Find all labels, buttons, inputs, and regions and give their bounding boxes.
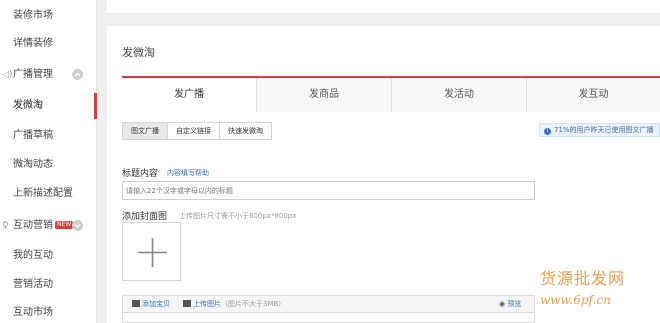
add-item-button[interactable]: 添加宝贝	[132, 296, 170, 312]
sidebar-item-new-description-config[interactable]: 上新描述配置	[0, 179, 97, 209]
chevron-down-icon[interactable]	[72, 220, 83, 231]
info-text: 71%的用户昨天已使用图文广播	[554, 126, 654, 134]
watermark-url: www.6pf.cn	[540, 293, 611, 307]
editor-toolbar: 添加宝贝 上传图片（图片不大于3MB） ◉ 预览	[122, 295, 535, 313]
sidebar-item-label: 我的互动	[13, 250, 53, 261]
sidebar-item-label: 广播草稿	[13, 130, 53, 141]
sidebar-group-broadcast-management[interactable]: ◁) 广播管理	[0, 60, 97, 90]
usage-info-banner: i 71%的用户昨天已使用图文广播	[539, 123, 660, 137]
sidebar-group-label: 互动营销	[13, 220, 53, 231]
title-input[interactable]	[122, 181, 535, 200]
top-card	[107, 0, 660, 14]
sidebar-item-label: 装修市场	[13, 10, 53, 21]
sidebar-item-label: 互动市场	[13, 307, 53, 318]
watermark-logo-text: 货源批发网	[540, 269, 626, 288]
sidebar-item-marketing-activities[interactable]: 营销活动	[0, 270, 97, 300]
broadcast-mode-selector: 图文广播 自定义链接 快速发微淘	[122, 122, 272, 140]
new-badge: NEW	[55, 221, 74, 229]
eye-icon: ◉	[499, 300, 506, 308]
upload-size-hint: （图片不大于3MB）	[221, 300, 286, 308]
sidebar-item-weitao-feed[interactable]: 微淘动态	[0, 150, 97, 180]
sidebar-item-post-weitao[interactable]: 发微淘	[0, 91, 97, 121]
title-help-link[interactable]: 内容填写帮助	[167, 168, 209, 178]
user-icon: ♀	[2, 221, 9, 231]
image-icon	[183, 300, 191, 307]
mode-custom-link[interactable]: 自定义链接	[167, 123, 219, 139]
sidebar-item-label: 营销活动	[13, 279, 53, 290]
mode-image-text-broadcast[interactable]: 图文广播	[123, 123, 167, 139]
tab-post-activity[interactable]: 发活动	[391, 78, 526, 112]
sidebar-item-label: 上新描述配置	[13, 188, 73, 199]
title-label: 标题内容	[122, 169, 159, 179]
sidebar-group-label: 广播管理	[13, 69, 53, 80]
sidebar-item-detail-decoration[interactable]: 详情装修	[0, 29, 97, 59]
sidebar-item-label: 发微淘	[13, 100, 43, 111]
chevron-up-icon[interactable]	[72, 69, 83, 80]
sidebar-item-interactive-market[interactable]: 互动市场	[0, 298, 97, 323]
preview-label: 预览	[507, 300, 522, 308]
cover-label: 添加封面图	[122, 212, 168, 222]
speaker-icon: ◁)	[2, 70, 13, 80]
sidebar: 装修市场 详情装修 ◁) 广播管理 发微淘 广播草稿 微淘动态 上新描述配置 ♀…	[0, 0, 97, 323]
preview-button[interactable]: ◉ 预览	[499, 296, 521, 312]
sidebar-item-broadcast-drafts[interactable]: 广播草稿	[0, 121, 97, 151]
upload-image-label: 上传图片	[193, 300, 221, 308]
sidebar-item-label: 微淘动态	[13, 159, 53, 170]
editor-content-area[interactable]	[122, 313, 535, 323]
tab-post-broadcast[interactable]: 发广播	[122, 78, 256, 112]
sidebar-group-interactive-marketing[interactable]: ♀ 互动营销 NEW	[0, 211, 97, 241]
tab-post-product[interactable]: 发商品	[256, 78, 391, 112]
upload-image-button[interactable]: 上传图片（图片不大于3MB）	[183, 296, 285, 312]
tab-post-interaction[interactable]: 发互动	[526, 78, 660, 112]
cover-size-hint: 上传图片尺寸需不小于800px*800px	[179, 212, 297, 220]
tab-bar: 发广播 发商品 发活动 发互动	[122, 76, 660, 112]
sidebar-item-my-interactions[interactable]: 我的互动	[0, 241, 97, 271]
page-title: 发微淘	[122, 46, 155, 59]
gift-icon	[132, 300, 140, 307]
add-item-label: 添加宝贝	[142, 300, 170, 308]
plus-icon	[138, 238, 167, 267]
cover-upload-box[interactable]	[122, 222, 181, 281]
sidebar-item-decoration-market[interactable]: 装修市场	[0, 1, 97, 31]
sidebar-item-label: 详情装修	[13, 38, 53, 49]
mode-quick-post[interactable]: 快速发微淘	[219, 123, 271, 139]
info-icon: i	[544, 128, 551, 135]
